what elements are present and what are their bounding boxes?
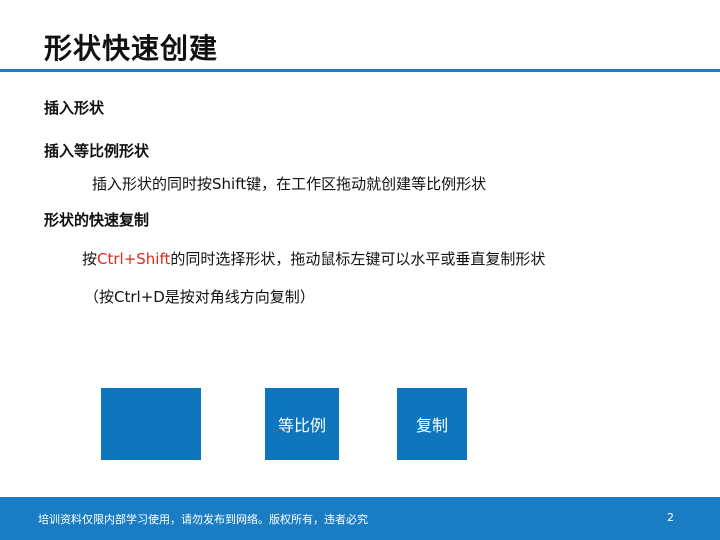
quick-copy-prefix: 按 xyxy=(82,250,98,268)
slide-title: 形状快速创建 xyxy=(44,32,219,65)
shape-proportional: 等比例 xyxy=(265,388,339,460)
footer-bar: 培训资料仅限内部学习使用，请勿发布到网络。版权所有，违者必究 2 xyxy=(0,497,720,540)
heading-insert-shape: 插入形状 xyxy=(44,99,105,117)
title-divider xyxy=(0,69,720,72)
heading-quick-copy-shape: 形状的快速复制 xyxy=(44,211,150,229)
shape-original xyxy=(101,388,201,460)
footer-notice: 培训资料仅限内部学习使用，请勿发布到网络。版权所有，违者必究 xyxy=(38,513,368,526)
slide: 形状快速创建 插入形状 插入等比例形状 插入形状的同时按Shift键，在工作区拖… xyxy=(0,0,720,540)
quick-copy-description: 按Ctrl+Shift的同时选择形状，拖动鼠标左键可以水平或垂直复制形状 xyxy=(82,248,545,269)
shape-copy: 复制 xyxy=(397,388,467,460)
diagonal-copy-note: （按Ctrl+D是按对角线方向复制） xyxy=(84,288,315,306)
page-number: 2 xyxy=(667,511,674,524)
proportional-shape-description: 插入形状的同时按Shift键，在工作区拖动就创建等比例形状 xyxy=(92,175,487,193)
quick-copy-shortcut: Ctrl+Shift xyxy=(97,250,171,268)
heading-insert-proportional-shape: 插入等比例形状 xyxy=(44,142,150,160)
quick-copy-suffix: 的同时选择形状，拖动鼠标左键可以水平或垂直复制形状 xyxy=(170,250,546,268)
